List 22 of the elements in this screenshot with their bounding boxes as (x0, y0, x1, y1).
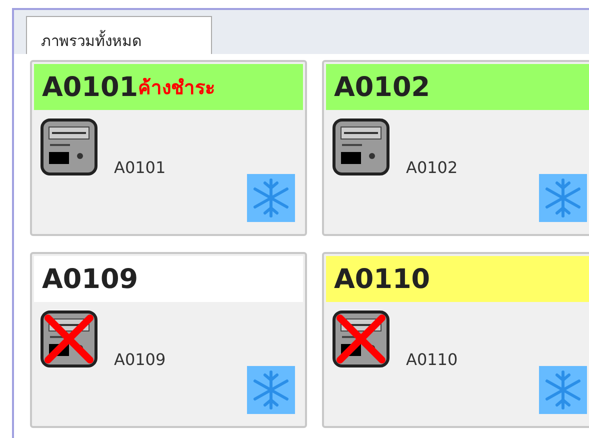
meter-offline-icon (332, 310, 390, 368)
snowflake-icon (247, 366, 295, 414)
meter-icon (40, 118, 98, 176)
snowflake-icon (539, 366, 587, 414)
room-card[interactable]: A0101ค้างชำระ A0101 (30, 60, 307, 236)
room-title: A0101 (42, 72, 138, 102)
room-title: A0109 (42, 264, 138, 294)
snowflake-icon (539, 174, 587, 222)
status-text: ค้างชำระ (138, 76, 216, 101)
tab[interactable]: ภาพรวมทั้งหมด (26, 16, 212, 54)
meter-label: A0110 (406, 350, 458, 369)
snowflake-icon (247, 174, 295, 222)
room-card[interactable]: A0110 A0110 (322, 252, 589, 428)
room-title: A0110 (334, 264, 430, 294)
meter-icon (332, 118, 390, 176)
meter-label: A0109 (114, 350, 166, 369)
room-card[interactable]: A0109 A0109 (30, 252, 307, 428)
meter-offline-icon (40, 310, 98, 368)
room-title: A0102 (334, 72, 430, 102)
meter-label: A0101 (114, 158, 166, 177)
room-card[interactable]: A0102 A0102 (322, 60, 589, 236)
meter-label: A0102 (406, 158, 458, 177)
